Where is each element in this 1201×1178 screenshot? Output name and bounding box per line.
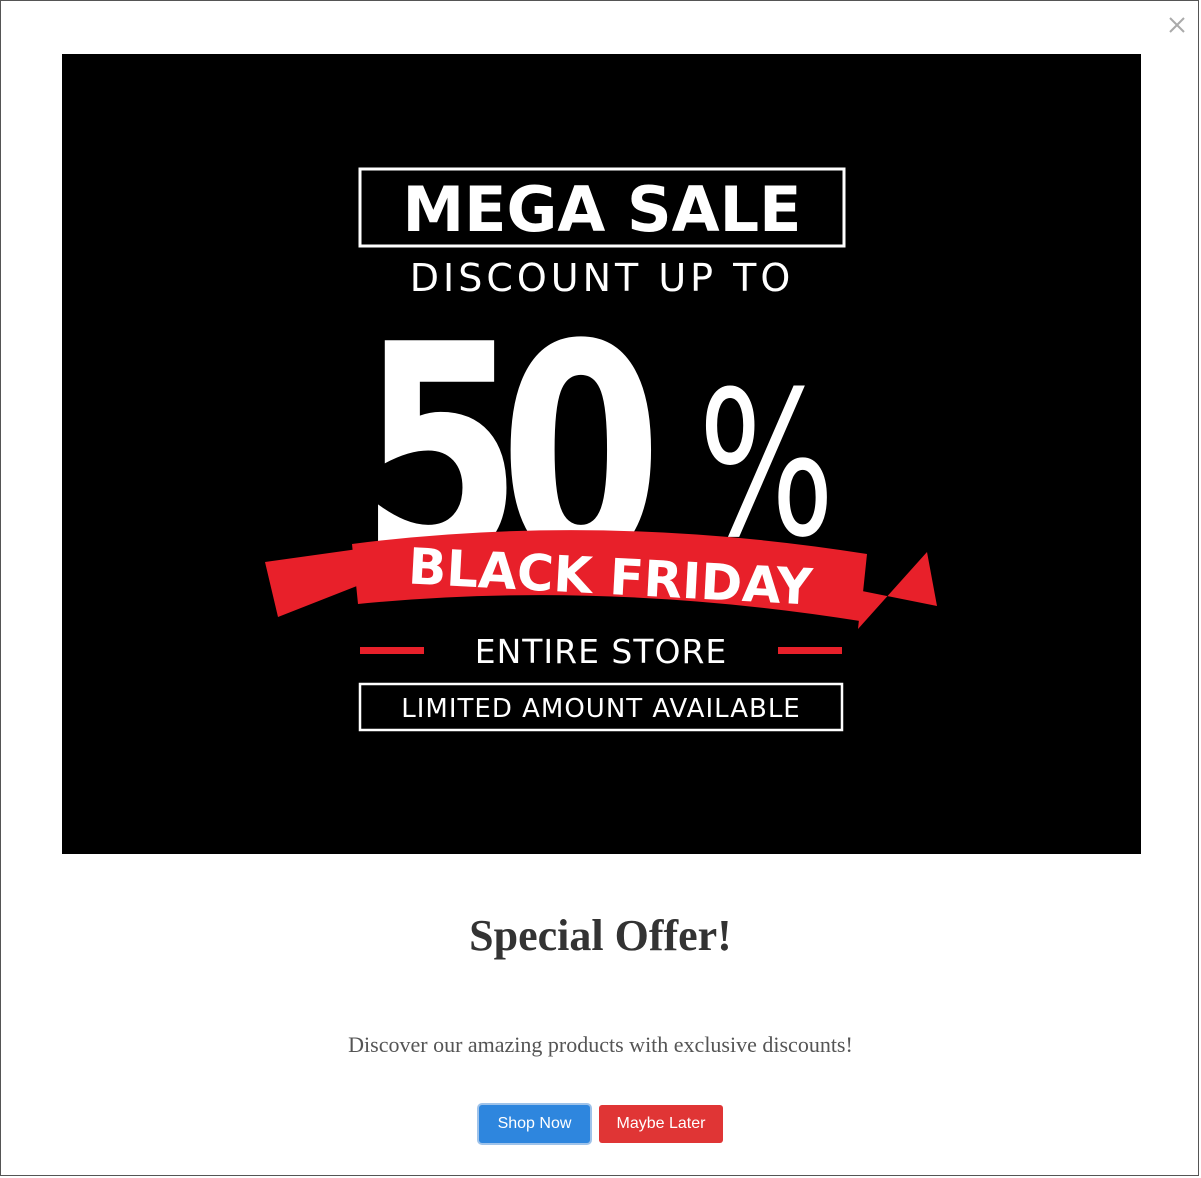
- black-friday-banner: MEGA SALE DISCOUNT UP TO 50 % BLACK FRID…: [62, 54, 1141, 854]
- mega-sale-title: MEGA SALE: [402, 173, 801, 246]
- shop-now-button[interactable]: Shop Now: [479, 1105, 590, 1143]
- modal-description: Discover our amazing products with exclu…: [348, 1032, 853, 1057]
- entire-store: ENTIRE STORE: [475, 632, 728, 671]
- modal-title: Special Offer!: [469, 911, 732, 960]
- offer-modal: MEGA SALE DISCOUNT UP TO 50 % BLACK FRID…: [0, 0, 1199, 1176]
- close-icon[interactable]: [1165, 13, 1189, 37]
- maybe-later-button[interactable]: Maybe Later: [599, 1105, 723, 1143]
- left-dash: [360, 647, 424, 654]
- right-dash: [778, 647, 842, 654]
- limited-amount: LIMITED AMOUNT AVAILABLE: [401, 694, 800, 724]
- promo-banner-image: MEGA SALE DISCOUNT UP TO 50 % BLACK FRID…: [62, 54, 1141, 854]
